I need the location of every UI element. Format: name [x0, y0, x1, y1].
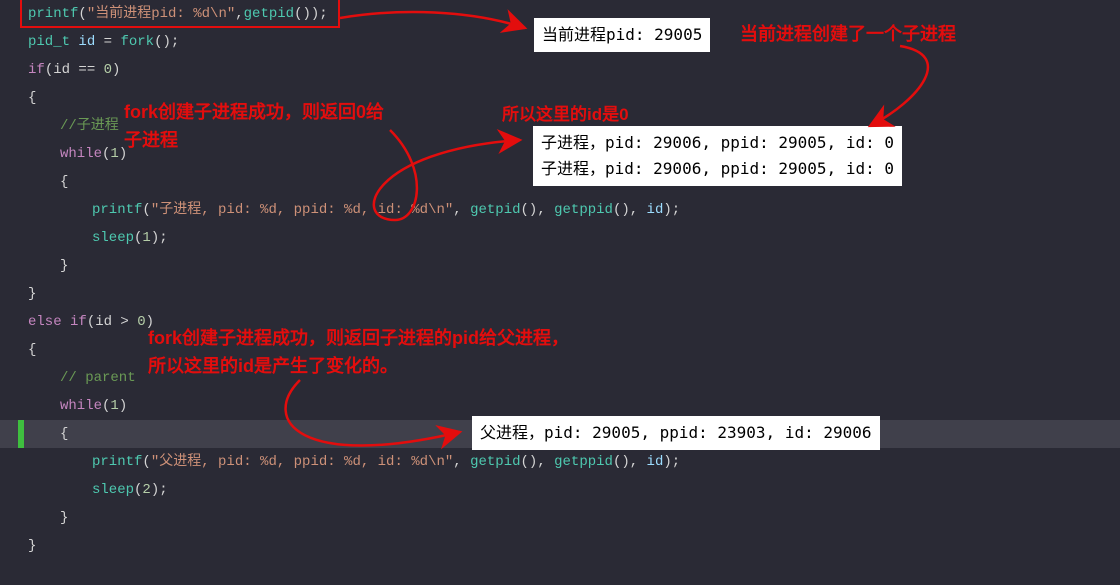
- code-line: }: [0, 280, 1120, 308]
- annot-fork-return-pid-l1: fork创建子进程成功，则返回子进程的pid给父进程，: [148, 324, 569, 350]
- annot-fork-return0-l1: fork创建子进程成功，则返回0给: [124, 98, 384, 124]
- code-area: printf("当前进程pid: %d\n",getpid()); pid_t …: [0, 0, 1120, 585]
- output-child: 子进程，pid: 29006, ppid: 29005, id: 0 子进程，p…: [533, 126, 902, 186]
- highlight-box-printf: [20, 0, 340, 28]
- annot-fork-return-pid-l2: 所以这里的id是产生了变化的。: [148, 352, 398, 378]
- annot-created-child: 当前进程创建了一个子进程: [740, 20, 956, 46]
- output-parent: 父进程，pid: 29005, ppid: 23903, id: 29006: [472, 416, 880, 450]
- code-line: printf("父进程, pid: %d, ppid: %d, id: %d\n…: [0, 448, 1120, 476]
- code-line: }: [0, 504, 1120, 532]
- annot-id-zero: 所以这里的id是0: [502, 100, 629, 125]
- code-line: sleep(1);: [0, 224, 1120, 252]
- code-line: printf("子进程, pid: %d, ppid: %d, id: %d\n…: [0, 196, 1120, 224]
- output-current-pid: 当前进程pid: 29005: [534, 18, 710, 52]
- code-line: if(id == 0): [0, 56, 1120, 84]
- code-line: sleep(2);: [0, 476, 1120, 504]
- code-line: }: [0, 532, 1120, 560]
- code-line: }: [0, 252, 1120, 280]
- annot-fork-return0-l2: 子进程: [124, 126, 178, 152]
